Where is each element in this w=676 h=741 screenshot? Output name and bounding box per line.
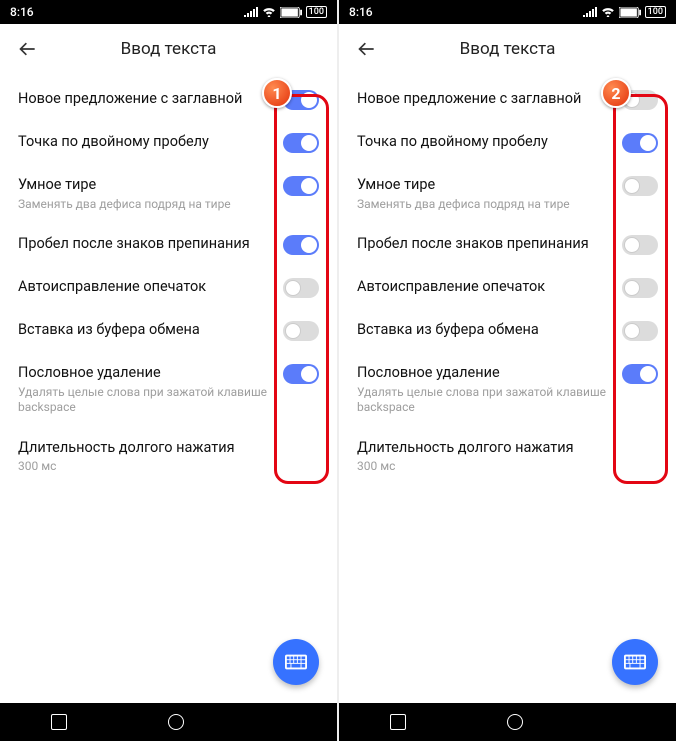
row-title: Новое предложение с заглавной xyxy=(357,89,614,109)
row-smart-dash[interactable]: Умное тире Заменять два дефиса подряд на… xyxy=(339,164,676,223)
keyboard-fab[interactable] xyxy=(612,639,658,685)
row-title: Автоисправление опечаток xyxy=(357,277,614,297)
back-button[interactable] xyxy=(8,29,48,69)
toggle-double-space-period[interactable] xyxy=(622,133,658,153)
row-subtitle: Заменять два дефиса подряд на тире xyxy=(18,197,275,213)
toggle-clipboard-paste[interactable] xyxy=(283,321,319,341)
nav-recents[interactable] xyxy=(51,714,67,730)
row-space-after-punct[interactable]: Пробел после знаков препинания xyxy=(339,223,676,266)
page-title: Ввод текста xyxy=(339,39,676,59)
row-title: Новое предложение с заглавной xyxy=(18,89,275,109)
row-title: Точка по двойному пробелу xyxy=(357,132,614,152)
row-space-after-punct[interactable]: Пробел после знаков препинания xyxy=(0,223,337,266)
nav-home[interactable] xyxy=(168,714,184,730)
row-title: Вставка из буфера обмена xyxy=(18,320,275,340)
battery-icon xyxy=(619,7,641,18)
toggle-smart-dash[interactable] xyxy=(622,176,658,196)
row-title: Пословное удаление xyxy=(18,363,275,383)
toggle-smart-dash[interactable] xyxy=(283,176,319,196)
toggle-word-delete[interactable] xyxy=(283,364,319,384)
battery-text: 100 xyxy=(645,6,666,18)
nav-home[interactable] xyxy=(507,714,523,730)
row-title: Пословное удаление xyxy=(357,363,614,383)
wifi-icon xyxy=(262,7,276,17)
signal-icon xyxy=(583,7,597,17)
status-time: 8:16 xyxy=(10,5,34,19)
row-subtitle: 300 мс xyxy=(357,459,658,475)
row-clipboard-paste[interactable]: Вставка из буфера обмена xyxy=(0,309,337,352)
row-clipboard-paste[interactable]: Вставка из буфера обмена xyxy=(339,309,676,352)
row-long-press[interactable]: Длительность долгого нажатия 300 мс xyxy=(339,427,676,486)
row-double-space-period[interactable]: Точка по двойному пробелу xyxy=(339,121,676,164)
page-title: Ввод текста xyxy=(0,39,337,59)
row-long-press[interactable]: Длительность долгого нажатия 300 мс xyxy=(0,427,337,486)
nav-bar xyxy=(339,703,676,741)
status-bar: 8:16 100 xyxy=(0,0,337,24)
row-title: Длительность долгого нажатия xyxy=(18,438,319,458)
toggle-space-after-punct[interactable] xyxy=(283,235,319,255)
row-title: Пробел после знаков препинания xyxy=(357,234,614,254)
toggle-capitalize[interactable] xyxy=(622,90,658,110)
row-capitalize[interactable]: Новое предложение с заглавной xyxy=(339,78,676,121)
status-bar: 8:16 100 xyxy=(339,0,676,24)
row-title: Точка по двойному пробелу xyxy=(18,132,275,152)
row-title: Умное тире xyxy=(357,175,614,195)
signal-icon xyxy=(244,7,258,17)
status-time: 8:16 xyxy=(349,5,373,19)
row-subtitle: Удалять целые слова при зажатой клавише … xyxy=(18,385,275,416)
row-capitalize[interactable]: Новое предложение с заглавной xyxy=(0,78,337,121)
row-title: Вставка из буфера обмена xyxy=(357,320,614,340)
battery-text: 100 xyxy=(306,6,327,18)
status-icons: 100 xyxy=(244,6,327,18)
toggle-clipboard-paste[interactable] xyxy=(622,321,658,341)
toggle-autocorrect[interactable] xyxy=(283,278,319,298)
row-autocorrect[interactable]: Автоисправление опечаток xyxy=(339,266,676,309)
keyboard-fab[interactable] xyxy=(273,639,319,685)
row-subtitle: Удалять целые слова при зажатой клавише … xyxy=(357,385,614,416)
toggle-capitalize[interactable] xyxy=(283,90,319,110)
nav-recents[interactable] xyxy=(390,714,406,730)
arrow-left-icon xyxy=(18,39,38,59)
toggle-double-space-period[interactable] xyxy=(283,133,319,153)
row-subtitle: 300 мс xyxy=(18,459,319,475)
wifi-icon xyxy=(601,7,615,17)
toggle-autocorrect[interactable] xyxy=(622,278,658,298)
row-title: Умное тире xyxy=(18,175,275,195)
row-word-delete[interactable]: Пословное удаление Удалять целые слова п… xyxy=(0,352,337,427)
toggle-space-after-punct[interactable] xyxy=(622,235,658,255)
row-smart-dash[interactable]: Умное тире Заменять два дефиса подряд на… xyxy=(0,164,337,223)
phone-panel-1: 8:16 100 Ввод текста Новое предложение с… xyxy=(0,0,337,741)
nav-bar xyxy=(0,703,337,741)
app-bar: Ввод текста xyxy=(0,24,337,74)
battery-icon xyxy=(280,7,302,18)
status-icons: 100 xyxy=(583,6,666,18)
row-title: Длительность долгого нажатия xyxy=(357,438,658,458)
row-title: Пробел после знаков препинания xyxy=(18,234,275,254)
keyboard-icon xyxy=(285,654,307,670)
phone-panel-2: 8:16 100 Ввод текста Новое предложение с… xyxy=(339,0,676,741)
row-word-delete[interactable]: Пословное удаление Удалять целые слова п… xyxy=(339,352,676,427)
arrow-left-icon xyxy=(357,39,377,59)
row-subtitle: Заменять два дефиса подряд на тире xyxy=(357,197,614,213)
app-bar: Ввод текста xyxy=(339,24,676,74)
keyboard-icon xyxy=(624,654,646,670)
row-title: Автоисправление опечаток xyxy=(18,277,275,297)
settings-list: Новое предложение с заглавной Точка по д… xyxy=(339,74,676,703)
settings-list: Новое предложение с заглавной Точка по д… xyxy=(0,74,337,703)
row-autocorrect[interactable]: Автоисправление опечаток xyxy=(0,266,337,309)
back-button[interactable] xyxy=(347,29,387,69)
row-double-space-period[interactable]: Точка по двойному пробелу xyxy=(0,121,337,164)
toggle-word-delete[interactable] xyxy=(622,364,658,384)
